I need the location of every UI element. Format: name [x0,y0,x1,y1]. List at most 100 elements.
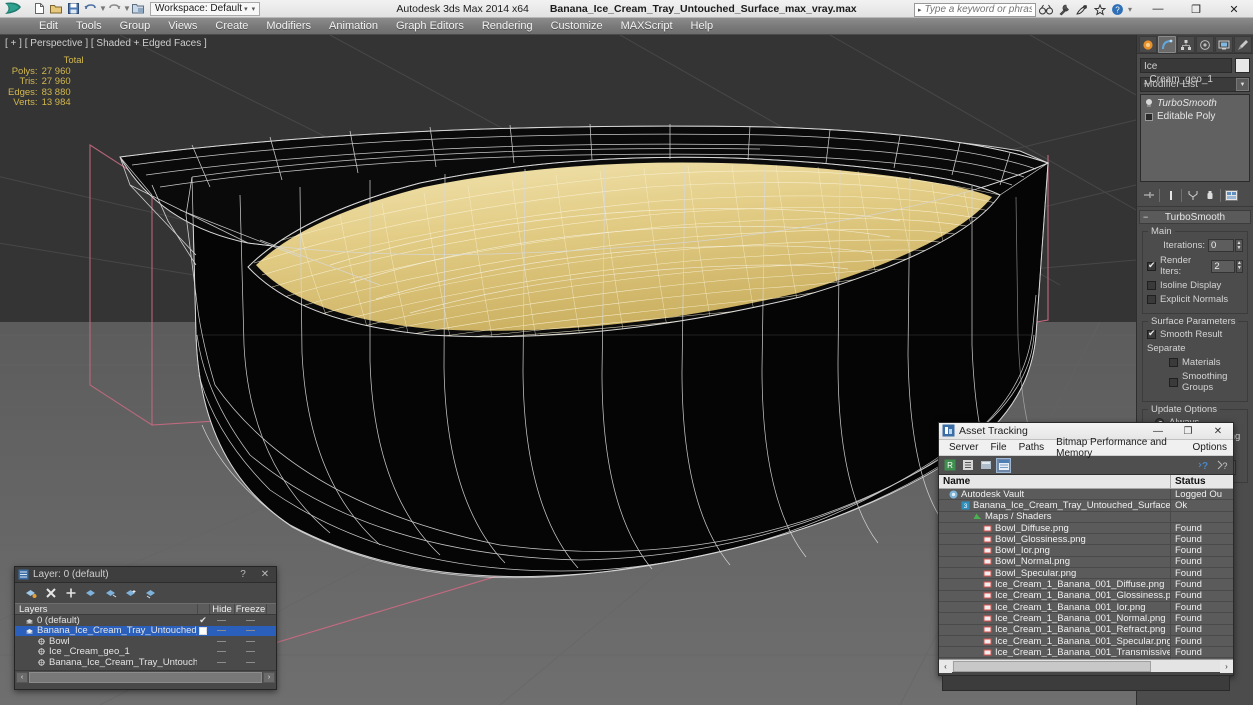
highlight-selected-icon[interactable] [104,587,117,600]
rollout-header[interactable]: − TurboSmooth [1139,210,1251,224]
tab-hierarchy[interactable] [1177,36,1195,53]
render-iters-spinner[interactable]: ▲ ▼ [1235,259,1243,273]
chevron-down-icon[interactable]: ▼ [1236,78,1249,91]
explicit-normals-checkbox[interactable] [1147,295,1156,304]
freeze-toggle[interactable] [234,630,266,632]
workspace-menu-icon[interactable]: ▾ [250,5,258,13]
modifier-stack[interactable]: TurboSmooth Editable Poly [1140,94,1250,182]
undo-dropdown-icon[interactable]: ▼ [99,4,107,13]
select-highlighted-icon[interactable] [84,587,97,600]
app-logo-icon[interactable] [1,0,27,17]
menu-item-help[interactable]: Help [682,18,723,34]
open-file-icon[interactable] [48,1,64,16]
stack-item-editable-poly[interactable]: Editable Poly [1143,110,1247,123]
add-selection-icon[interactable] [64,587,77,600]
table-row[interactable]: Ice_Cream_1_Banana_001_Glossiness.png Fo… [939,590,1233,602]
at-menu-paths[interactable]: Paths [1013,441,1051,454]
delete-layer-icon[interactable] [44,587,57,600]
at-menu-server[interactable]: Server [943,441,984,454]
tab-create[interactable] [1139,36,1157,53]
at-menu-options[interactable]: Options [1187,441,1233,454]
hide-toggle[interactable] [209,640,234,642]
table-row[interactable]: Ice_Cream_1_Banana_001_Transmissive.png … [939,647,1233,659]
smoothing-groups-row[interactable]: Smoothing Groups [1147,371,1243,393]
hide-toggle[interactable] [209,651,234,653]
make-unique-icon[interactable] [1185,188,1200,203]
favorites-star-icon[interactable] [1091,2,1108,17]
help-dropdown-icon[interactable]: ▾ [1127,5,1133,14]
project-folder-icon[interactable] [130,1,146,16]
table-row[interactable]: Ice_Cream_1_Banana_001_Ior.png Found [939,601,1233,614]
freeze-toggle[interactable] [234,619,266,621]
table-row[interactable]: Maps / Shaders [939,511,1233,523]
viewport-label[interactable]: [ + ] [ Perspective ] [ Shaded + Edged F… [5,38,207,49]
column-header-layers[interactable]: Layers [15,604,197,615]
table-row[interactable]: Bowl_Ior.png Found [939,545,1233,557]
context-help-icon[interactable]: ? [1215,458,1230,473]
smoothing-groups-checkbox[interactable] [1169,377,1178,387]
show-end-result-icon[interactable] [1163,188,1178,203]
menu-item-customize[interactable]: Customize [542,18,612,34]
search-input[interactable] [924,4,1032,15]
lightbulb-icon[interactable] [1145,99,1153,108]
column-header-hide[interactable]: Hide [209,604,234,615]
asset-tracking-close-button[interactable]: ✕ [1203,423,1233,440]
search-caret-icon[interactable]: ▸ [918,6,922,14]
menu-item-modifiers[interactable]: Modifiers [257,18,320,34]
hide-toggle[interactable] [209,630,234,632]
object-color-swatch[interactable] [1235,58,1250,73]
hide-toggle[interactable] [209,661,234,663]
asset-tracking-window[interactable]: Asset Tracking — ❐ ✕ Server File Paths B… [938,422,1234,691]
menu-item-maxscript[interactable]: MAXScript [612,18,682,34]
redo-icon[interactable] [106,1,122,16]
table-row[interactable]: Autodesk Vault Logged Ou [939,489,1233,501]
menu-item-edit[interactable]: Edit [30,18,67,34]
layer-dialog-close-button[interactable]: ✕ [254,567,276,583]
object-name-field[interactable]: Ice _Cream_geo_1 [1140,58,1232,85]
search-box[interactable]: ▸ [914,2,1036,17]
workspace-selector[interactable]: Workspace: Default ▾ ▾ [150,1,261,16]
freeze-toggle[interactable] [234,651,266,653]
scroll-thumb[interactable] [29,671,262,683]
list-item[interactable]: Bowl [15,636,276,647]
refresh-icon[interactable]: R [942,458,957,473]
column-header-freeze[interactable]: Freeze [234,604,266,615]
layer-hscrollbar[interactable]: ‹ › [15,670,276,683]
scroll-right-icon[interactable]: › [263,671,275,683]
render-iters-value[interactable]: 2 [1211,259,1235,273]
collapse-icon[interactable]: − [1143,212,1148,222]
tab-display[interactable] [1215,36,1233,53]
scroll-track[interactable] [952,660,1220,672]
undo-icon[interactable] [82,1,98,16]
tab-motion[interactable] [1196,36,1214,53]
help-question-icon[interactable]: ? [1197,458,1212,473]
table-row[interactable]: Bowl_Specular.png Found [939,568,1233,580]
table-row[interactable]: Ice_Cream_1_Banana_001_Normal.png Found [939,613,1233,625]
tab-modify[interactable] [1158,36,1176,53]
save-file-icon[interactable] [65,1,81,16]
asset-tracking-hscrollbar[interactable]: ‹ › [939,659,1233,673]
smooth-result-row[interactable]: Smooth Result [1147,328,1243,340]
wrench-icon[interactable] [1055,2,1072,17]
table-row[interactable]: Ice_Cream_1_Banana_001_Refract.png Found [939,624,1233,636]
isoline-display-row[interactable]: Isoline Display [1147,280,1243,291]
redo-dropdown-icon[interactable]: ▼ [123,4,131,13]
dependencies-view-icon[interactable] [996,457,1011,473]
table-row[interactable]: Bowl_Diffuse.png Found [939,522,1233,535]
menu-item-graph-editors[interactable]: Graph Editors [387,18,473,34]
table-row[interactable]: Ice_Cream_1_Banana_001_Specular.png Foun… [939,635,1233,648]
list-item[interactable]: Banana_Ice_Cream_Tray_Untouched_Surface [15,625,276,636]
iterations-value[interactable]: 0 [1208,239,1234,252]
menu-item-create[interactable]: Create [206,18,257,34]
hide-toggle[interactable] [209,619,234,621]
menu-item-rendering[interactable]: Rendering [473,18,542,34]
close-button[interactable]: ✕ [1215,0,1253,18]
freeze-toggle[interactable] [234,640,266,642]
menu-item-group[interactable]: Group [111,18,160,34]
column-header-render[interactable] [266,604,276,614]
tab-utilities[interactable] [1234,36,1252,53]
smooth-result-checkbox[interactable] [1147,328,1156,339]
binoculars-icon[interactable] [1037,2,1054,17]
isoline-display-checkbox[interactable] [1147,281,1156,290]
iterations-spinner[interactable]: ▲ ▼ [1235,239,1243,252]
